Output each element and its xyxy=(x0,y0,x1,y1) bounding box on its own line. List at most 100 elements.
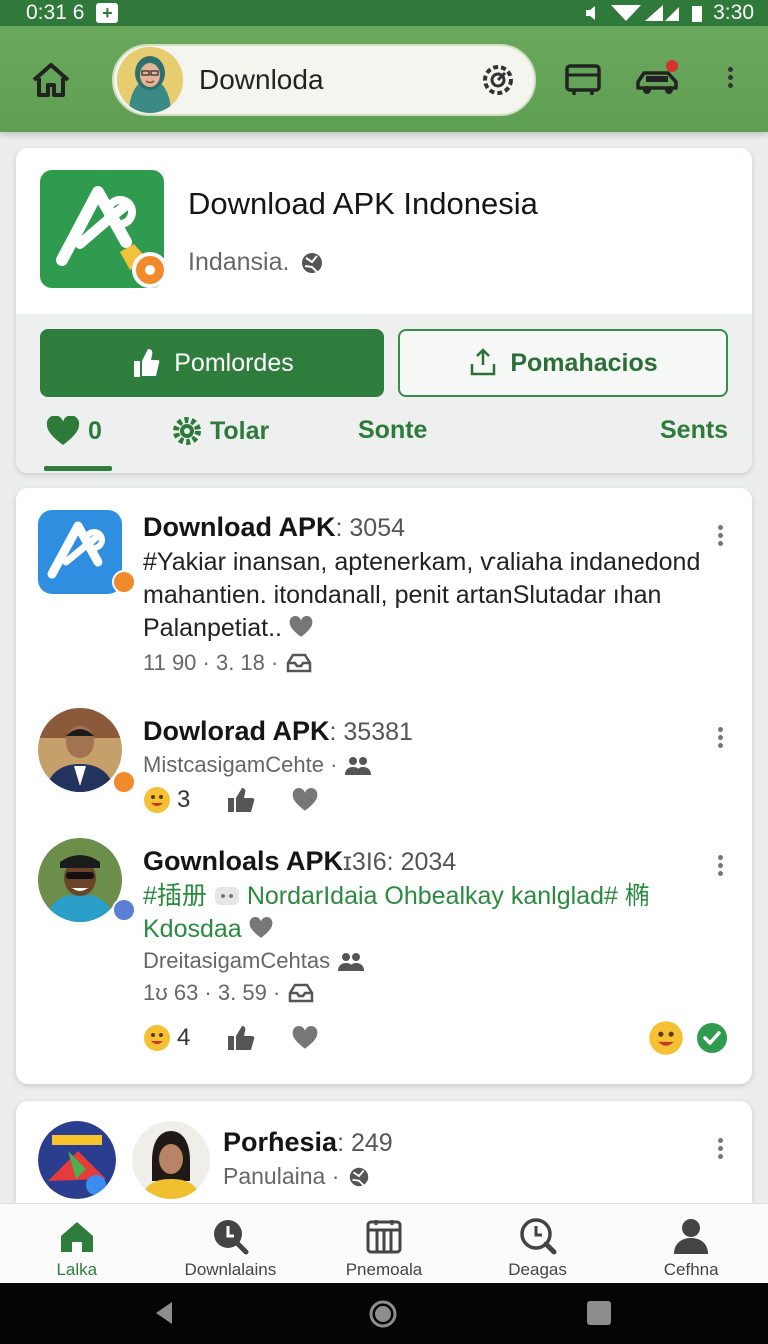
home-icon xyxy=(60,1222,93,1252)
avatar xyxy=(38,838,122,922)
favorite-button[interactable] xyxy=(292,1026,318,1050)
signal-icon xyxy=(611,5,680,21)
bottom-navigation: Lalka Downlalains Pnemoala Deagas Cefhna xyxy=(0,1203,768,1283)
post-sub-text: DreitasigamCehtas xyxy=(143,948,331,973)
share-icon xyxy=(471,348,496,376)
status-bar: 0:31 6 + 3:30 xyxy=(0,0,768,26)
app-tabs: 0 Tolar Sonte Sents xyxy=(16,410,752,473)
nav-item-deagas[interactable]: Deagas xyxy=(461,1204,615,1283)
avatar[interactable] xyxy=(117,47,183,113)
list-item[interactable]: Download APK: 3054 #Yakiar inansan, apte… xyxy=(16,488,752,688)
share-button[interactable]: Pomahacios xyxy=(398,329,728,397)
app-logo-icon xyxy=(38,510,122,594)
storefront-icon[interactable] xyxy=(563,60,603,100)
nav-item-home[interactable]: Lalka xyxy=(0,1204,154,1283)
post-meta: : 249 xyxy=(337,1129,393,1157)
app-logo-icon xyxy=(38,1121,116,1199)
nav-item-deagas-label: Deagas xyxy=(508,1260,567,1279)
download-button[interactable]: Pomlordes xyxy=(40,329,384,397)
heart-icon xyxy=(249,916,273,938)
status-time-right: 3:30 xyxy=(713,1,754,24)
search-input[interactable]: Downloda xyxy=(199,64,324,96)
status-badge xyxy=(112,898,136,922)
check-circle-icon[interactable] xyxy=(696,1022,728,1054)
post-actions: 3 xyxy=(143,786,354,814)
thumbs-up-icon xyxy=(134,349,160,377)
post-title: Gownloals APKɪ3I6: 2034 xyxy=(143,846,456,877)
system-navigation-bar xyxy=(0,1283,768,1344)
tab-likes[interactable]: 0 xyxy=(46,416,102,446)
post-author: Download APK xyxy=(143,512,336,542)
robot-icon xyxy=(214,887,239,905)
post-author: Dowlorad APK xyxy=(143,716,330,746)
nav-item-profile[interactable]: Cefhna xyxy=(614,1204,768,1283)
recents-icon[interactable] xyxy=(586,1300,612,1326)
tab-tolar[interactable]: Tolar xyxy=(172,416,269,446)
tab-sonte[interactable]: Sonte xyxy=(358,416,427,445)
people-icon xyxy=(338,953,365,971)
smiley-icon xyxy=(144,1025,170,1051)
like-button[interactable] xyxy=(226,786,256,814)
post-title: Porɦesia: 249 xyxy=(223,1127,393,1158)
heart-icon xyxy=(289,615,313,637)
mute-icon xyxy=(586,6,596,20)
heart-icon xyxy=(293,1026,318,1049)
thumbs-up-icon xyxy=(228,1026,255,1050)
app-subtitle-text: Indansia. xyxy=(188,248,290,276)
post-actions: 4 xyxy=(143,1024,354,1052)
post-stats: 1ʊ 63 · 3. 59 · xyxy=(143,980,314,1006)
reaction-button[interactable]: 4 xyxy=(143,1024,190,1052)
smiley-icon[interactable] xyxy=(648,1020,684,1056)
person-icon xyxy=(674,1219,709,1254)
status-badge xyxy=(112,770,136,794)
avatar xyxy=(132,1121,210,1199)
favorite-button[interactable] xyxy=(292,788,318,812)
list-item[interactable]: Dowlorad APK: 35381 MistcasigamCehte · 3 xyxy=(16,698,752,818)
app-header-card: Download APK Indonesia Indansia. Pomlord… xyxy=(16,148,752,473)
nav-item-pnemoala-label: Pnemoala xyxy=(345,1260,423,1279)
more-vert-icon[interactable] xyxy=(710,852,730,882)
heart-icon xyxy=(46,416,80,445)
search-icon xyxy=(214,1220,249,1255)
post-stats: 11 90 · 3. 18 · xyxy=(143,650,312,676)
more-vert-icon[interactable] xyxy=(710,724,730,754)
more-vert-icon[interactable] xyxy=(720,64,740,94)
home-icon[interactable] xyxy=(28,58,74,104)
download-button-label: Pomlordes xyxy=(174,348,294,377)
like-button[interactable] xyxy=(226,1024,256,1052)
reaction-button[interactable]: 3 xyxy=(143,786,190,814)
grid-icon xyxy=(366,1220,402,1254)
post-sub-text: MistcasigamCehte · xyxy=(143,752,338,777)
nav-item-downloads[interactable]: Downlalains xyxy=(154,1204,308,1283)
post-meta: : 35381 xyxy=(329,718,413,746)
globe-icon xyxy=(302,252,323,273)
search-bar[interactable]: Downloda xyxy=(112,44,536,116)
nav-item-pnemoala[interactable]: Pnemoala xyxy=(307,1204,461,1283)
post-author: Gownloals APK xyxy=(143,846,344,876)
smiley-icon xyxy=(144,787,170,813)
app-subtitle: Indansia. xyxy=(188,248,325,277)
home-circle-icon[interactable] xyxy=(368,1299,398,1329)
heart-icon xyxy=(293,788,318,811)
list-item[interactable]: Gownloals APKɪ3I6: 2034 #插册 NordarIdaia … xyxy=(16,828,752,1084)
post-meta: ɪ3I6: 2034 xyxy=(343,848,457,876)
people-icon xyxy=(345,757,372,775)
active-tab-indicator xyxy=(44,466,112,471)
nav-item-downloads-label: Downlalains xyxy=(184,1260,277,1279)
inbox-icon xyxy=(287,653,312,673)
gear-icon[interactable] xyxy=(478,60,518,100)
post-body: #Yakiar inansan, aptenerkam, ѵaliaha ind… xyxy=(143,546,733,645)
globe-icon xyxy=(350,1167,369,1186)
tab-likes-label: 0 xyxy=(88,416,102,445)
inbox-icon xyxy=(289,983,314,1003)
post-sub: MistcasigamCehte · xyxy=(143,752,372,778)
post-title: Dowlorad APK: 35381 xyxy=(143,716,413,747)
share-button-label: Pomahacios xyxy=(510,348,658,377)
nav-item-profile-label: Cefhna xyxy=(663,1260,719,1279)
reaction-count: 4 xyxy=(177,1024,191,1051)
more-vert-icon[interactable] xyxy=(710,1135,730,1165)
tab-sents[interactable]: Sents xyxy=(660,416,728,445)
status-time-left: 0:31 6 xyxy=(26,1,85,24)
car-icon[interactable] xyxy=(634,60,682,100)
back-icon[interactable] xyxy=(150,1299,178,1327)
